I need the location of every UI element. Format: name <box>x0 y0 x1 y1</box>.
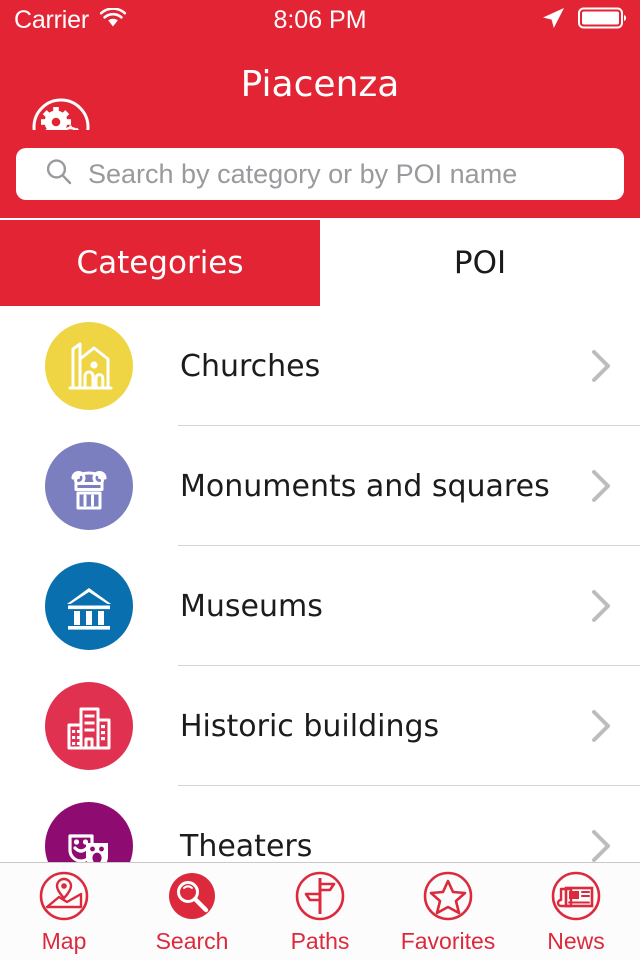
tab-news-label: News <box>547 928 605 954</box>
list-item-label: Monuments and squares <box>180 468 550 504</box>
location-arrow-icon <box>540 5 566 35</box>
status-bar: Carrier 8:06 PM <box>0 0 640 40</box>
church-icon <box>45 322 133 410</box>
list-item-label: Museums <box>180 588 323 624</box>
list-item[interactable]: Theaters <box>0 786 640 862</box>
tab-poi[interactable]: POI <box>320 220 640 306</box>
search-bar-container <box>0 130 640 218</box>
newspaper-icon <box>548 868 604 924</box>
list-item-label: Theaters <box>180 828 313 863</box>
chevron-right-icon <box>588 468 614 504</box>
tab-map[interactable]: Map <box>0 863 128 960</box>
tab-news[interactable]: News <box>512 863 640 960</box>
column-capital-icon <box>45 442 133 530</box>
app-screen: Carrier 8:06 PM Piacenza Search by categ… <box>0 0 640 960</box>
search-field[interactable] <box>16 148 624 200</box>
tab-poi-label: POI <box>453 245 507 281</box>
chevron-right-icon <box>588 348 614 384</box>
tab-categories-label: Categories <box>76 245 244 281</box>
museum-icon <box>45 562 133 650</box>
list-item[interactable]: Monuments and squares <box>0 426 640 546</box>
buildings-icon <box>45 682 133 770</box>
tab-favorites[interactable]: Favorites <box>384 863 512 960</box>
category-list[interactable]: Churches Monuments and squares Museums H… <box>0 306 640 862</box>
list-item[interactable]: Historic buildings <box>0 666 640 786</box>
tab-categories[interactable]: Categories <box>0 220 320 306</box>
search-icon <box>164 868 220 924</box>
battery-full-icon <box>578 6 628 34</box>
page-title: Piacenza <box>240 64 400 105</box>
nav-bar: Piacenza <box>0 40 640 156</box>
tab-map-label: Map <box>41 928 87 954</box>
segmented-control: Categories POI <box>0 220 640 306</box>
tab-paths[interactable]: Paths <box>256 863 384 960</box>
list-item[interactable]: Churches <box>0 306 640 426</box>
theater-masks-icon <box>45 802 133 862</box>
list-item-label: Churches <box>180 348 321 384</box>
map-pin-icon <box>36 868 92 924</box>
list-item-label: Historic buildings <box>180 708 440 744</box>
list-item[interactable]: Museums <box>0 546 640 666</box>
bottom-tab-bar: Map Search Paths Favorites News <box>0 862 640 960</box>
search-icon <box>44 157 74 191</box>
signpost-icon <box>292 868 348 924</box>
chevron-right-icon <box>588 828 614 862</box>
tab-favorites-label: Favorites <box>400 928 496 954</box>
search-input[interactable] <box>88 158 608 190</box>
tab-paths-label: Paths <box>290 928 350 954</box>
star-icon <box>420 868 476 924</box>
status-bar-right <box>540 5 628 35</box>
tab-search[interactable]: Search <box>128 863 256 960</box>
tab-search-label: Search <box>155 928 229 954</box>
chevron-right-icon <box>588 708 614 744</box>
chevron-right-icon <box>588 588 614 624</box>
